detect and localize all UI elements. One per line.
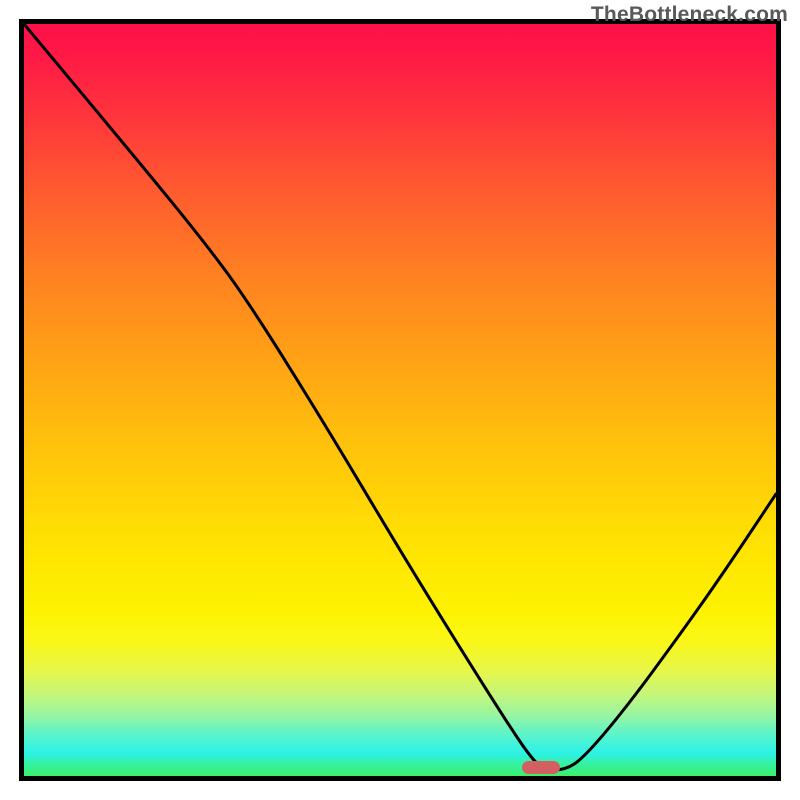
watermark-text: TheBottleneck.com xyxy=(591,3,788,27)
optimum-marker xyxy=(522,761,560,774)
chart-stage: TheBottleneck.com xyxy=(0,0,800,800)
curve-path xyxy=(24,24,776,770)
chart-curve xyxy=(24,24,776,776)
chart-frame xyxy=(19,19,781,781)
